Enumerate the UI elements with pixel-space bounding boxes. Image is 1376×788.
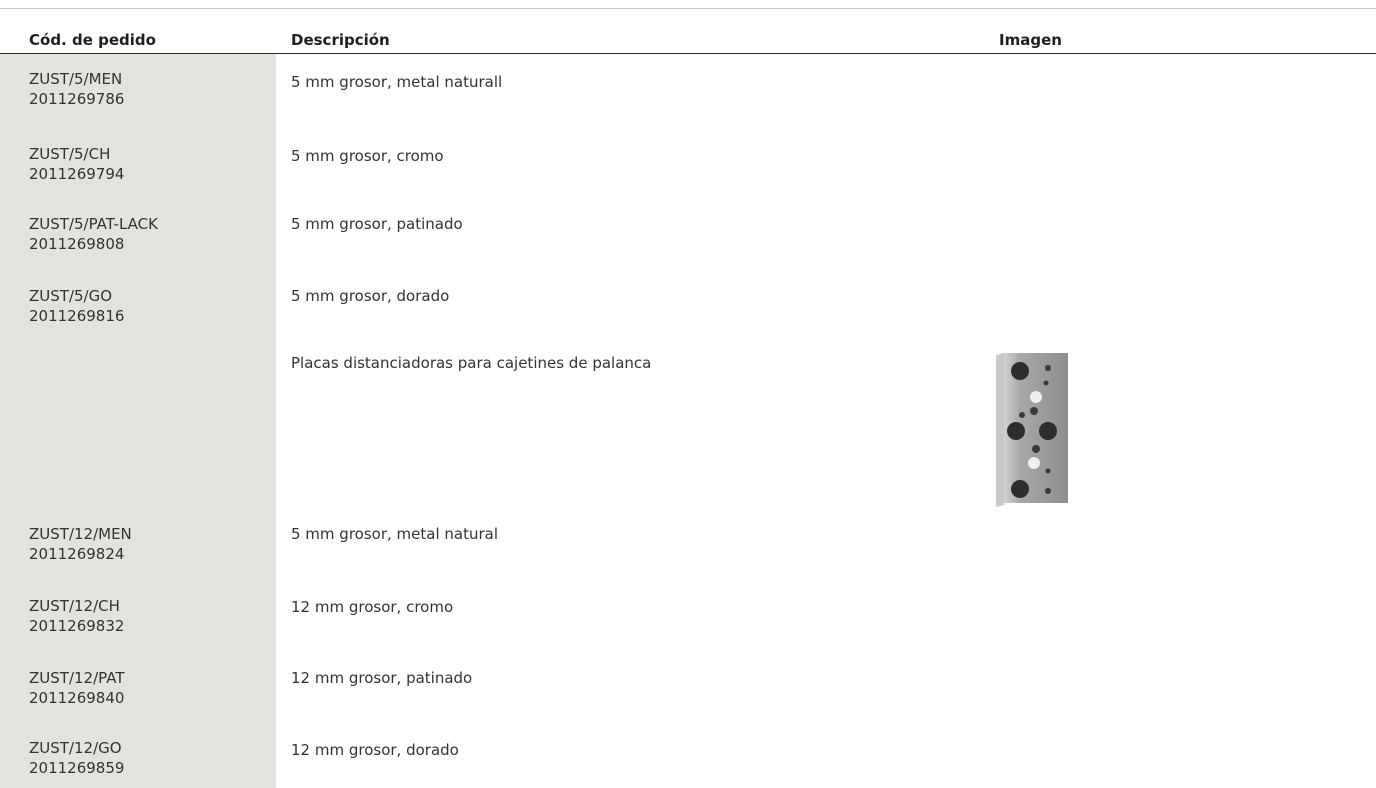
- order-number: 2011269859: [29, 759, 125, 777]
- header-rule: [0, 53, 1376, 54]
- header-image: Imagen: [999, 31, 1062, 49]
- row-description: Placas distanciadoras para cajetines de …: [291, 354, 652, 372]
- order-code: ZUST/12/PAT: [29, 669, 125, 687]
- order-code: ZUST/5/CH: [29, 145, 111, 163]
- table-row-code: ZUST/5/CH 2011269794: [29, 144, 124, 184]
- order-number: 2011269824: [29, 545, 125, 563]
- order-number: 2011269786: [29, 90, 125, 108]
- order-number: 2011269794: [29, 165, 125, 183]
- order-number: 2011269816: [29, 307, 125, 325]
- order-code: ZUST/12/MEN: [29, 525, 132, 543]
- row-description: 12 mm grosor, cromo: [291, 598, 454, 616]
- row-description: 5 mm grosor, metal natural: [291, 525, 498, 543]
- row-description: 12 mm grosor, dorado: [291, 741, 459, 759]
- order-number: 2011269832: [29, 617, 125, 635]
- order-code: ZUST/12/CH: [29, 597, 120, 615]
- table-row-code: ZUST/12/MEN 2011269824: [29, 524, 132, 564]
- table-row-code: ZUST/5/GO 2011269816: [29, 286, 124, 326]
- order-code: ZUST/5/MEN: [29, 70, 123, 88]
- order-number: 2011269808: [29, 235, 125, 253]
- header-code: Cód. de pedido: [29, 31, 156, 49]
- order-number: 2011269840: [29, 689, 125, 707]
- table-row-code: ZUST/12/GO 2011269859: [29, 738, 124, 778]
- row-description: 12 mm grosor, patinado: [291, 669, 473, 687]
- header-description: Descripción: [291, 31, 390, 49]
- table-row-code: ZUST/12/CH 2011269832: [29, 596, 124, 636]
- spacer-plate-image: [996, 353, 1068, 507]
- row-description: 5 mm grosor, dorado: [291, 287, 450, 305]
- row-description: 5 mm grosor, patinado: [291, 215, 463, 233]
- row-description: 5 mm grosor, cromo: [291, 147, 444, 165]
- order-code: ZUST/12/GO: [29, 739, 122, 757]
- order-code: ZUST/5/GO: [29, 287, 113, 305]
- table-row-code: ZUST/5/MEN 2011269786: [29, 69, 124, 109]
- row-description: 5 mm grosor, metal naturall: [291, 73, 503, 91]
- order-code: ZUST/5/PAT-LACK: [29, 215, 158, 233]
- table-row-code: ZUST/5/PAT-LACK 2011269808: [29, 214, 158, 254]
- table-row-code: ZUST/12/PAT 2011269840: [29, 668, 124, 708]
- table-header: Cód. de pedido Descripción Imagen: [0, 9, 1376, 53]
